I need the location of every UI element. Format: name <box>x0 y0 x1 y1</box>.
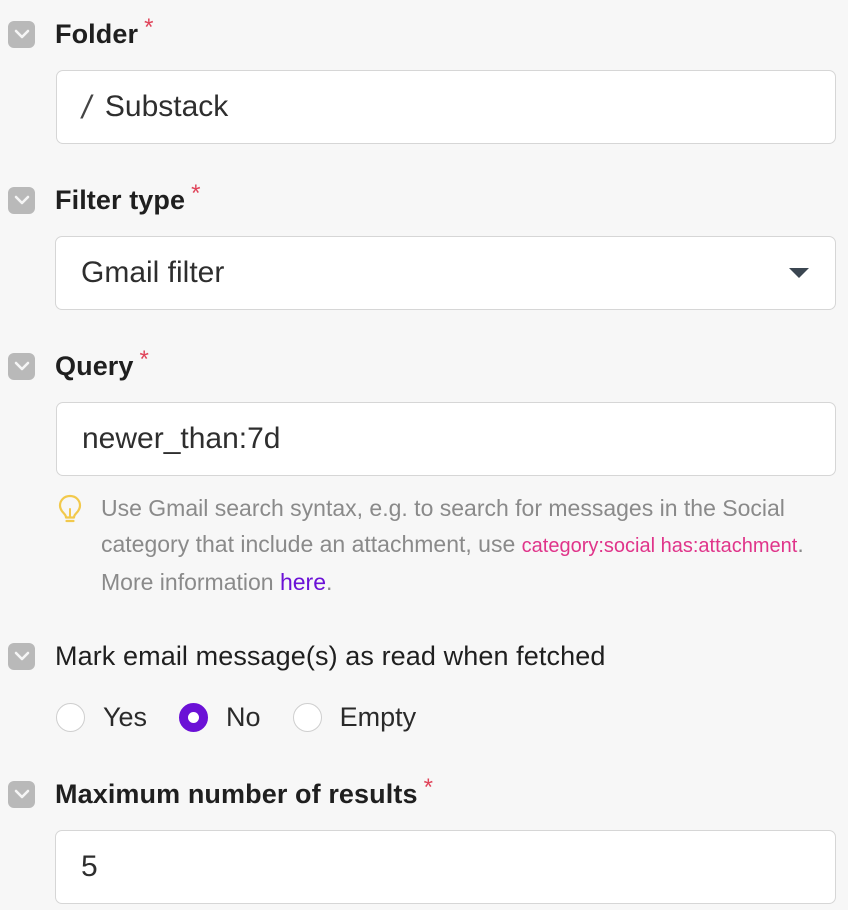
max-results-collapse-toggle[interactable] <box>8 780 35 808</box>
chevron-down-icon <box>14 651 29 661</box>
folder-input[interactable]: / Substack <box>56 70 836 144</box>
max-results-input[interactable]: 5 <box>55 830 836 904</box>
chevron-down-icon <box>14 29 29 39</box>
chevron-down-icon <box>14 361 29 371</box>
mark-read-radio-group: Yes No Empty <box>56 698 448 736</box>
required-marker: * <box>423 774 433 801</box>
mark-read-collapse-toggle[interactable] <box>8 642 35 670</box>
radio-yes[interactable]: Yes <box>56 702 147 733</box>
folder-value: Substack <box>104 90 229 123</box>
query-collapse-toggle[interactable] <box>8 352 35 380</box>
filter-type-label: Filter type <box>55 184 186 215</box>
lightbulb-icon <box>58 494 88 600</box>
slash-icon: / <box>82 88 91 125</box>
chevron-down-icon <box>14 195 29 205</box>
chevron-down-icon <box>14 789 29 799</box>
radio-empty[interactable]: Empty <box>292 701 417 733</box>
filter-type-select[interactable]: Gmail filter <box>55 236 836 310</box>
radio-empty-circle[interactable] <box>292 702 322 732</box>
query-value: newer_than:7d <box>82 422 281 455</box>
hint-code-example: category:social has:attachment <box>521 535 798 557</box>
caret-down-icon <box>789 268 809 278</box>
radio-no-circle[interactable] <box>179 702 209 732</box>
mark-read-label-row: Mark email message(s) as read when fetch… <box>8 641 605 671</box>
folder-label: Folder <box>55 18 139 49</box>
required-marker: * <box>191 180 201 207</box>
query-label: Query <box>55 350 134 381</box>
query-input[interactable]: newer_than:7d <box>56 402 836 476</box>
max-results-label-row: Maximum number of results * <box>8 774 433 809</box>
folder-collapse-toggle[interactable] <box>8 20 35 48</box>
radio-no-label: No <box>226 701 261 732</box>
hint-text: Use Gmail search syntax, e.g. to search … <box>101 490 818 600</box>
query-hint: Use Gmail search syntax, e.g. to search … <box>58 490 818 600</box>
required-marker: * <box>139 346 149 373</box>
more-info-link[interactable]: here <box>280 569 326 595</box>
filter-type-label-row: Filter type * <box>8 180 200 215</box>
folder-label-row: Folder * <box>8 14 153 49</box>
radio-yes-circle[interactable] <box>56 702 85 732</box>
radio-no[interactable]: No <box>179 702 261 733</box>
radio-empty-label: Empty <box>339 701 417 732</box>
query-label-row: Query * <box>8 346 149 381</box>
filter-type-collapse-toggle[interactable] <box>8 186 35 214</box>
mark-read-label: Mark email message(s) as read when fetch… <box>55 640 606 671</box>
radio-yes-label: Yes <box>103 701 148 732</box>
max-results-value: 5 <box>81 850 98 883</box>
max-results-label: Maximum number of results <box>55 778 418 809</box>
hint-text-after: . <box>326 569 333 595</box>
filter-type-value: Gmail filter <box>81 256 225 289</box>
required-marker: * <box>144 14 154 41</box>
